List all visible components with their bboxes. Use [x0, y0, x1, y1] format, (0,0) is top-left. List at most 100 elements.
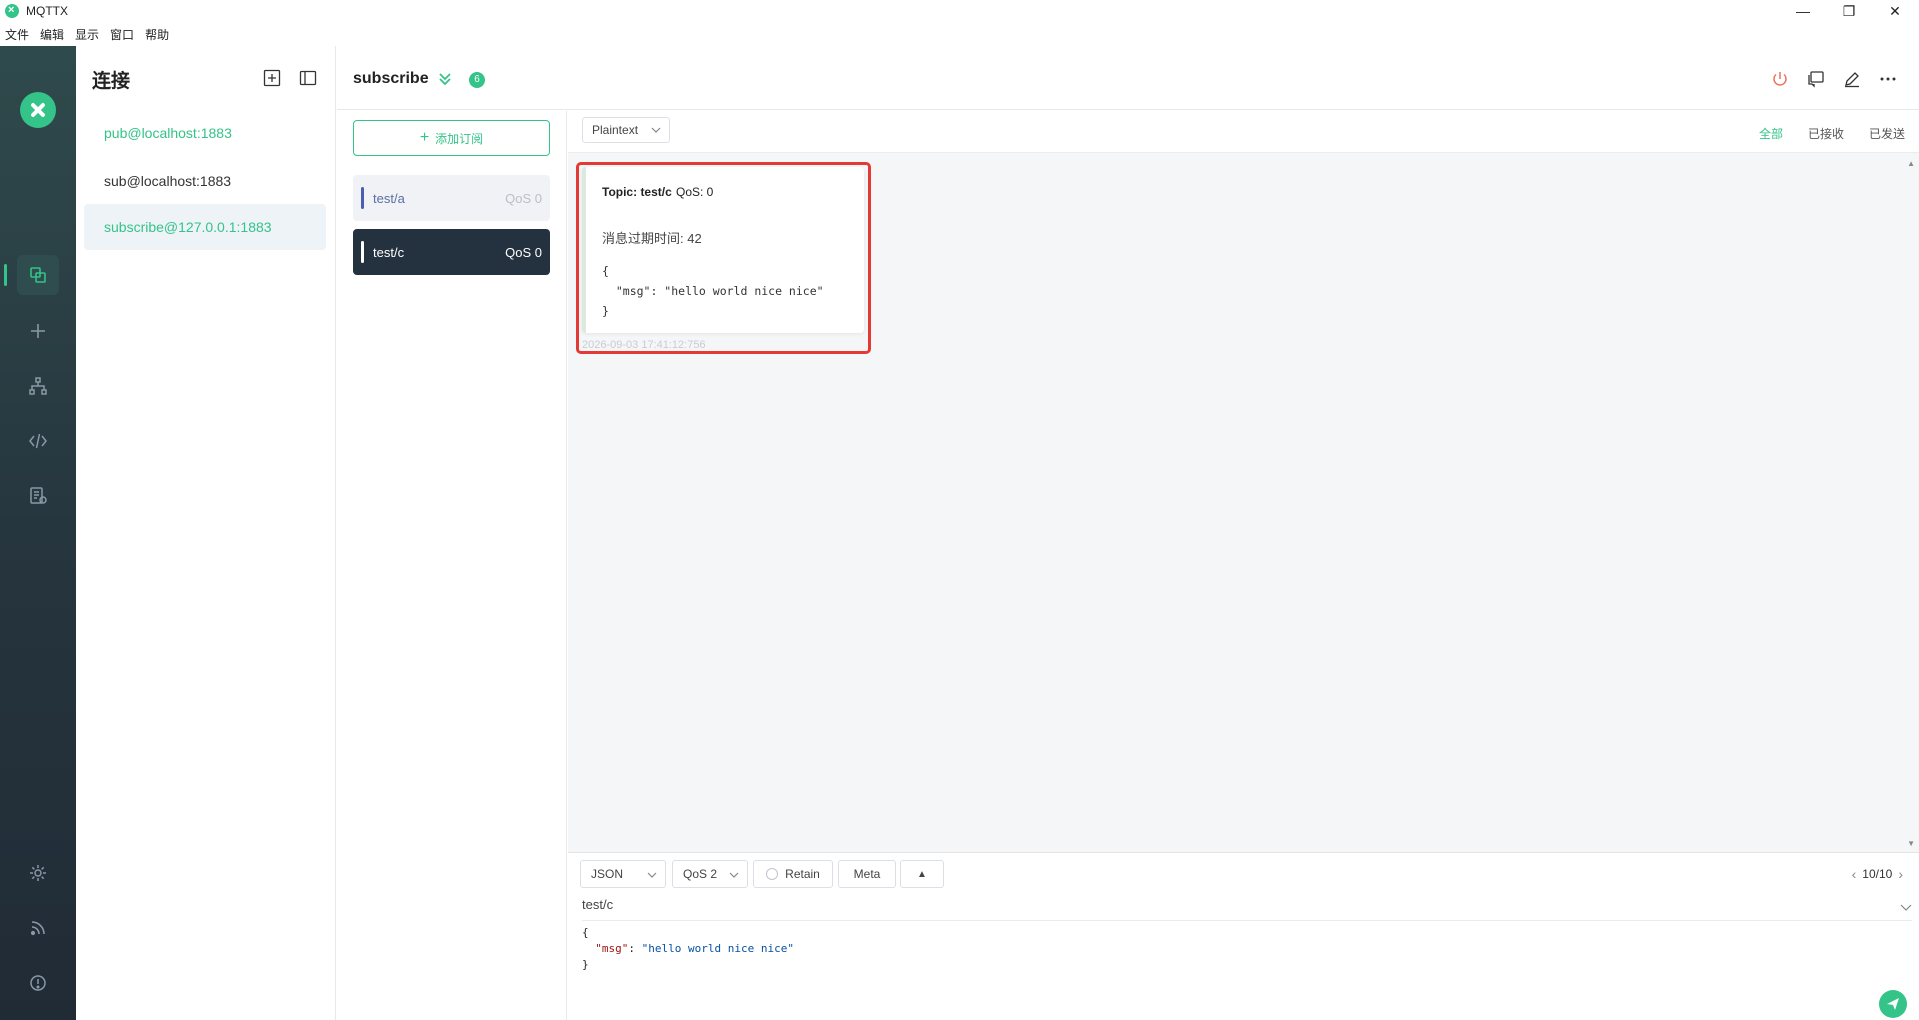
nav-about-button[interactable] [17, 963, 59, 1003]
subscription-color-bar [361, 241, 364, 263]
filter-received-tab[interactable]: 已接收 [1808, 125, 1844, 142]
chevron-down-icon [729, 872, 739, 878]
connection-label: pub@localhost:1883 [104, 125, 232, 141]
info-icon [30, 975, 46, 991]
chevron-down-icon[interactable] [1900, 901, 1912, 913]
connection-item-pub[interactable]: pub@localhost:1883 [84, 110, 326, 156]
retain-toggle[interactable]: Retain [753, 860, 833, 888]
gear-icon [30, 865, 46, 881]
chevron-right-icon[interactable]: › [1898, 866, 1903, 882]
code-key: "msg" [595, 942, 629, 955]
nav-settings-button[interactable] [17, 853, 59, 893]
nav-log-button[interactable] [17, 476, 59, 516]
payload-format-select[interactable]: Plaintext [582, 117, 670, 143]
connections-icon [30, 267, 46, 283]
app-logo-icon [5, 3, 19, 18]
chevron-down-icon [647, 872, 657, 878]
connection-item-subscribe[interactable]: subscribe@127.0.0.1:1883 [84, 204, 326, 250]
connection-label: sub@localhost:1883 [104, 173, 232, 189]
disconnect-button[interactable] [1769, 68, 1791, 90]
log-icon [30, 487, 47, 504]
scroll-up-arrow-icon[interactable]: ▲ [1907, 159, 1915, 168]
subscription-qos: QoS 0 [505, 190, 542, 206]
filter-all-tab[interactable]: 全部 [1759, 125, 1783, 142]
menu-bar: 文件 编辑 显示 窗口 帮助 [0, 22, 1919, 46]
menu-view[interactable]: 显示 [75, 26, 99, 43]
menu-file[interactable]: 文件 [5, 26, 29, 43]
composer-format-value: JSON [591, 867, 624, 881]
menu-help[interactable]: 帮助 [145, 26, 169, 43]
code-value: "hello world nice nice" [641, 942, 794, 955]
pencil-icon [1845, 72, 1859, 88]
scroll-down-arrow-icon[interactable]: ▼ [1907, 839, 1915, 848]
code-brace-open: { [582, 926, 589, 939]
code-icon [29, 433, 47, 449]
nav-topology-button[interactable] [17, 366, 59, 406]
sidebar-icon [299, 70, 317, 86]
title-bar: MQTTX — ❐ ✕ [0, 0, 1919, 22]
connection-title: subscribe [353, 70, 429, 87]
subscription-topic: test/c [373, 244, 405, 260]
subscription-color-bar [361, 187, 364, 209]
composer-topic-value: test/c [582, 897, 614, 912]
composer-topic-input[interactable]: test/c [582, 897, 1912, 921]
edit-connection-button[interactable] [1841, 68, 1863, 90]
composer-qos-select[interactable]: QoS 2 [672, 860, 748, 888]
menu-window[interactable]: 窗口 [110, 26, 134, 43]
code-separator: : [628, 942, 642, 955]
history-pager: ‹ 10/10 › [1846, 866, 1909, 882]
power-icon [1773, 72, 1787, 86]
chevron-down-icon [651, 127, 661, 133]
composer-format-select[interactable]: JSON [580, 860, 666, 888]
message-toolbar: Plaintext 全部 已接收 已发送 [568, 111, 1919, 153]
nav-active-indicator [4, 264, 7, 286]
code-brace-close: } [582, 958, 589, 971]
add-subscription-button[interactable]: + 添加订阅 [353, 120, 550, 156]
close-button[interactable]: ✕ [1877, 0, 1913, 22]
composer-payload-editor[interactable]: { "msg": "hello world nice nice" } [582, 925, 794, 973]
nav-feed-button[interactable] [17, 908, 59, 948]
connections-title: 连接 [92, 71, 131, 92]
retain-radio-icon [766, 868, 779, 880]
left-nav [0, 46, 76, 1020]
history-pager-value: 10/10 [1862, 867, 1893, 881]
message-composer: JSON QoS 2 Retain Meta ▲ ‹ 10/10 › test/… [568, 852, 1919, 1020]
chevron-left-icon[interactable]: ‹ [1852, 866, 1857, 882]
subscription-topic: test/a [373, 190, 405, 206]
connection-item-sub[interactable]: sub@localhost:1883 [84, 158, 326, 204]
window-title: MQTTX [26, 4, 68, 18]
nav-new-connection-button[interactable] [17, 311, 59, 351]
plus-icon [31, 324, 45, 338]
add-subscription-label: 添加订阅 [435, 131, 484, 146]
connections-panel: 连接 pub@localhost:1883 sub@localhost:1883… [76, 46, 336, 1020]
send-button[interactable] [1879, 990, 1907, 1018]
mqttx-logo-icon [20, 92, 56, 128]
new-window-button[interactable] [1805, 68, 1827, 90]
minimize-button[interactable]: — [1785, 0, 1821, 22]
subscription-item-test-c[interactable]: test/c QoS 0 [353, 229, 550, 275]
payload-format-value: Plaintext [592, 123, 639, 137]
subscriptions-panel: + 添加订阅 test/a QoS 0 test/c QoS 0 [337, 111, 567, 1020]
meta-button[interactable]: Meta [838, 860, 896, 888]
subscription-item-test-a[interactable]: test/a QoS 0 [353, 175, 550, 221]
rss-icon [30, 921, 45, 936]
plus-icon: + [419, 129, 430, 146]
add-square-icon [263, 69, 281, 87]
connection-label: subscribe@127.0.0.1:1883 [104, 219, 272, 235]
composer-qos-value: QoS 2 [683, 867, 718, 881]
more-dots-icon [1880, 77, 1896, 81]
nav-script-button[interactable] [17, 421, 59, 461]
nav-connections-button[interactable] [17, 255, 59, 295]
menu-edit[interactable]: 编辑 [40, 26, 64, 43]
message-list[interactable]: ▲ Topic: test/c QoS: 0 消息过期时间: 42 { "msg… [568, 153, 1919, 852]
caret-up-icon: ▲ [917, 868, 927, 880]
toggle-sidebar-button[interactable] [298, 68, 318, 88]
restore-button[interactable]: ❐ [1831, 0, 1867, 22]
chat-copy-icon [1808, 71, 1824, 88]
new-group-button[interactable] [262, 68, 282, 88]
expand-composer-button[interactable]: ▲ [900, 860, 944, 888]
more-options-button[interactable] [1877, 68, 1899, 90]
filter-sent-tab[interactable]: 已发送 [1869, 125, 1905, 142]
subscription-qos: QoS 0 [505, 244, 542, 260]
double-chevron-down-icon[interactable] [437, 71, 453, 87]
